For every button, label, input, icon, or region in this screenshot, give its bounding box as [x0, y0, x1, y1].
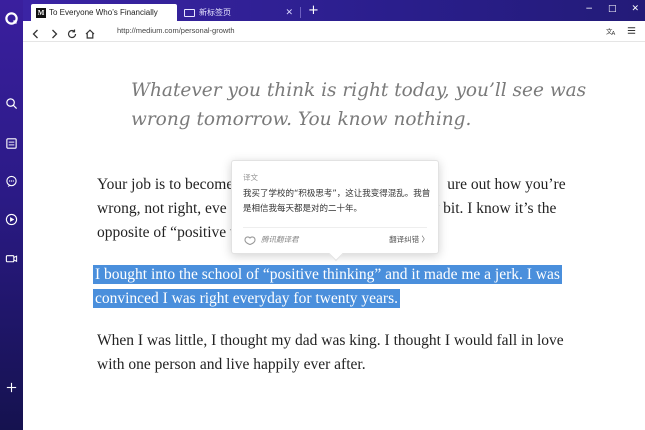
paragraph-3: When I was little, I thought my dad was … — [97, 329, 597, 377]
tab-new-tab-page[interactable]: 新标签页 ✕ — [179, 4, 299, 21]
reload-icon — [67, 29, 77, 39]
back-button[interactable] — [30, 25, 42, 39]
p3-line1: When I was little, I thought my dad was … — [97, 332, 564, 349]
p1-line3: opposite of “positive t — [97, 224, 235, 241]
new-tab-page-icon — [184, 8, 195, 17]
report-translation-link[interactable]: 翻译纠错 〉 — [389, 234, 429, 245]
close-window-button[interactable]: ✕ — [631, 3, 639, 15]
translation-popup: 译文 我买了学校的“积极思考”，这让我变得混乱。我曾是相信我每天都是对的二十年。… — [231, 160, 439, 262]
forward-button[interactable] — [48, 25, 60, 39]
p1-line1-end: ure out how you’re — [447, 176, 566, 193]
search-icon[interactable] — [4, 96, 19, 111]
maximize-button[interactable]: □ — [608, 3, 617, 15]
home-button[interactable] — [84, 25, 96, 39]
paragraph-2-selected[interactable]: I bought into the school of “positive th… — [93, 263, 574, 311]
new-tab-button[interactable]: + — [308, 4, 319, 17]
tab-title: To Everyone Who’s Financially — [49, 8, 158, 17]
translated-text: 我买了学校的“积极思考”，这让我变得混乱。我曾是相信我每天都是对的二十年。 — [243, 189, 431, 214]
translator-brand: 腾讯翻译君 — [243, 234, 299, 245]
tab-title: 新标签页 — [199, 8, 231, 17]
chevron-left-icon — [32, 29, 38, 39]
menu-icon[interactable] — [626, 25, 637, 36]
translate-icon[interactable]: 文A — [606, 25, 617, 36]
plus-icon[interactable] — [4, 380, 19, 395]
translator-logo-icon — [244, 235, 256, 245]
popup-arrow — [328, 246, 344, 262]
medium-favicon-icon: M — [36, 7, 46, 18]
video-play-icon[interactable] — [4, 212, 19, 227]
p1-line2-start: wrong, not right, eve — [97, 200, 227, 217]
svg-text:A: A — [612, 31, 616, 36]
minimize-button[interactable]: − — [585, 3, 593, 15]
url-field[interactable]: http://medium.com/personal-growth — [117, 25, 235, 37]
selected-text-line-1[interactable]: I bought into the school of “positive th… — [93, 265, 562, 284]
p1-line1-start: Your job is to become — [97, 176, 234, 193]
p3-line2: with one person and live happily ever af… — [97, 356, 366, 373]
tab-divider — [300, 7, 301, 18]
popup-title: 译文 — [243, 173, 258, 182]
camera-icon[interactable] — [4, 251, 19, 266]
chat-icon[interactable] — [4, 174, 19, 189]
selected-text-line-2[interactable]: convinced I was right everyday for twent… — [93, 289, 400, 308]
close-tab-icon[interactable]: ✕ — [285, 7, 293, 18]
reload-button[interactable] — [66, 25, 78, 39]
home-icon — [85, 29, 95, 39]
app-logo-icon[interactable] — [4, 11, 19, 26]
tab-active[interactable]: M To Everyone Who’s Financially — [31, 4, 177, 21]
popup-divider — [243, 227, 427, 228]
chevron-right-icon — [52, 29, 58, 39]
address-toolbar: http://medium.com/personal-growth 文A — [23, 21, 645, 42]
translator-name: 腾讯翻译君 — [261, 235, 299, 244]
left-sidebar — [0, 0, 23, 430]
window-controls: − □ ✕ — [585, 3, 639, 15]
tab-bar: M To Everyone Who’s Financially 新标签页 ✕ +… — [23, 0, 645, 21]
page-content: Whatever you think is right today, you’l… — [23, 42, 645, 430]
toolbar-right: 文A — [606, 25, 637, 36]
notes-icon[interactable] — [4, 136, 19, 151]
pull-quote: Whatever you think is right today, you’l… — [131, 80, 587, 130]
